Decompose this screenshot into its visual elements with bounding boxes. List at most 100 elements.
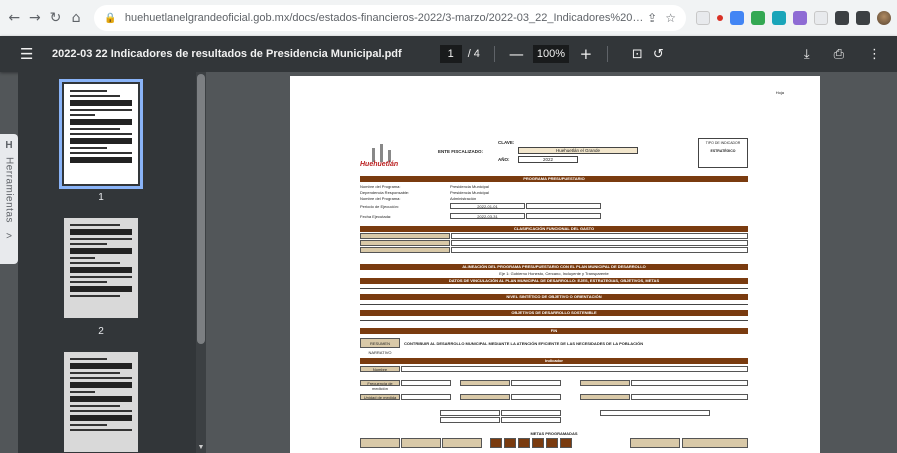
clasificacion-cell: [360, 233, 450, 239]
metas-cell: [518, 438, 530, 448]
section-band-programa: PROGRAMA PRESUPUESTARIO: [360, 176, 748, 182]
periodo-cell: [526, 203, 601, 209]
avatar[interactable]: [877, 11, 891, 25]
document-title: 2022-03 22 Indicadores de resultados de …: [52, 48, 402, 60]
back-arrow-icon[interactable]: ←: [6, 9, 23, 27]
pdf-toolbar: ☰ 2022-03 22 Indicadores de resultados d…: [0, 36, 897, 72]
extension-icon[interactable]: [814, 11, 828, 25]
thumbnail-item[interactable]: 1: [59, 79, 143, 203]
metas-cell: [546, 438, 558, 448]
forward-arrow-icon[interactable]: →: [27, 9, 44, 27]
anio-value: 2022: [518, 156, 578, 163]
section-band-fin: FIN: [360, 328, 748, 334]
extension-icon[interactable]: [696, 11, 710, 25]
extension-icon[interactable]: [751, 11, 765, 25]
scrollbar-thumb[interactable]: [197, 74, 205, 344]
clasificacion-cell: [360, 240, 450, 246]
metas-cell: [490, 438, 502, 448]
download-icon[interactable]: ⤓: [804, 47, 810, 62]
pdf-page: Hoja Huehuetlán CLAVE: ENTE FISCALIZADO:…: [290, 76, 820, 453]
indicator-type-value: ESTRATÉGICO: [710, 149, 736, 153]
valor-cell: [600, 410, 710, 416]
indicador-row-label: [580, 380, 630, 386]
municipal-logo: Huehuetlán: [360, 142, 416, 168]
thumbnail-sidebar: 1 2: [18, 72, 206, 453]
reload-icon[interactable]: ↻: [47, 9, 64, 27]
page-number-input[interactable]: 1: [439, 45, 462, 63]
clave-label: CLAVE:: [498, 140, 515, 145]
page-corner-text: Hoja: [775, 90, 784, 95]
programa-row-label: Fecha Ejecutada:: [360, 214, 392, 219]
ente-value: Huehuetlán el Grande: [518, 147, 638, 154]
print-icon[interactable]: ⎙: [834, 47, 844, 62]
rotate-icon[interactable]: ↺: [653, 47, 664, 62]
programa-row-label: Periodo de Ejecución:: [360, 204, 399, 209]
tools-side-tab[interactable]: H Herramientas >: [0, 134, 18, 264]
extensions-bar: [696, 11, 891, 25]
indicador-row-label: [460, 394, 510, 400]
puzzle-icon[interactable]: [835, 11, 849, 25]
section-band-objetivos: DATOS DE VINCULACIÓN AL PLAN MUNICIPAL D…: [360, 278, 748, 284]
share-icon[interactable]: ⇪: [647, 11, 657, 25]
address-bar[interactable]: 🔒 huehuetlanelgrandeoficial.gob.mx/docs/…: [94, 5, 686, 31]
programa-row-value: Presidencia Municipal: [450, 184, 489, 189]
thumbnail-item[interactable]: [64, 352, 138, 452]
programa-row-value: Administración: [450, 196, 477, 201]
star-icon[interactable]: ☆: [665, 11, 676, 25]
menu-icon[interactable]: ☰: [20, 45, 38, 63]
thumbnail-page-number: 2: [98, 326, 104, 337]
url-text[interactable]: huehuetlanelgrandeoficial.gob.mx/docs/es…: [125, 12, 647, 24]
metas-cell: [630, 438, 680, 448]
fecha-cell: 2022-03-31: [450, 213, 525, 219]
indicator-type-label: TIPO DE INDICADOR: [705, 141, 741, 145]
metas-cell: [442, 438, 482, 448]
indicador-row-label: Nombre: [360, 366, 400, 372]
metas-cell: [682, 438, 748, 448]
valor-cell: [501, 417, 561, 423]
indicador-row-value: [631, 380, 748, 386]
page-thumbnail[interactable]: [59, 79, 143, 189]
indicador-row-value: [401, 366, 748, 372]
programa-row-value: Presidencia Municipal: [450, 190, 489, 195]
document-header: Huehuetlán CLAVE: ENTE FISCALIZADO: Hueh…: [360, 138, 748, 174]
clasificacion-cell: [451, 233, 748, 239]
indicador-row-value: [511, 380, 561, 386]
zoom-in-button[interactable]: +: [579, 45, 593, 63]
notification-dot-icon: [717, 15, 723, 21]
indicador-row-label: Unidad de medida: [360, 394, 400, 400]
more-options-icon[interactable]: ⋮: [868, 47, 881, 62]
indicador-row-value: [401, 394, 451, 400]
metas-cell: [560, 438, 572, 448]
clasificacion-cell: [451, 240, 748, 246]
clasificacion-cell: [451, 247, 748, 253]
extension-icon[interactable]: [793, 11, 807, 25]
scroll-down-arrow-icon[interactable]: ▼: [197, 444, 205, 451]
fit-page-icon[interactable]: ⊡: [632, 47, 643, 62]
page-thumbnail[interactable]: [64, 352, 138, 452]
zoom-input[interactable]: 100%: [532, 45, 569, 63]
home-icon[interactable]: ⌂: [68, 9, 85, 27]
logo-text: Huehuetlán: [360, 161, 399, 168]
extension-icon[interactable]: [772, 11, 786, 25]
zoom-out-button[interactable]: —: [509, 45, 524, 63]
lock-icon[interactable]: 🔒: [104, 13, 116, 24]
indicador-row-value: [401, 380, 451, 386]
browser-toolbar: ← → ↻ ⌂ 🔒 huehuetlanelgrandeoficial.gob.…: [0, 0, 897, 36]
thumbnail-item[interactable]: 2: [64, 218, 138, 337]
chevron-right-icon: >: [6, 231, 12, 243]
metas-cell: [401, 438, 441, 448]
divider-line: [360, 320, 748, 321]
indicador-row-value: [631, 394, 748, 400]
extension-icon[interactable]: [730, 11, 744, 25]
pdf-viewport[interactable]: Hoja Huehuetlán CLAVE: ENTE FISCALIZADO:…: [206, 72, 897, 453]
fin-text: CONTRIBUIR AL DESARROLLO MUNICIPAL MEDIA…: [404, 341, 644, 346]
indicator-type-box: TIPO DE INDICADOR ESTRATÉGICO: [698, 138, 748, 168]
page-thumbnail[interactable]: [64, 218, 138, 318]
sidepanel-icon[interactable]: [856, 11, 870, 25]
clasificacion-cell: [360, 247, 450, 253]
thumbnail-page-number: 1: [98, 192, 104, 203]
indicador-row-label: [460, 380, 510, 386]
metas-cell: [532, 438, 544, 448]
sidebar-scrollbar[interactable]: ▼: [196, 72, 206, 453]
section-band-nivel: NIVEL SINTÉTICO DE OBJETIVO O ORIENTACIÓ…: [360, 294, 748, 300]
